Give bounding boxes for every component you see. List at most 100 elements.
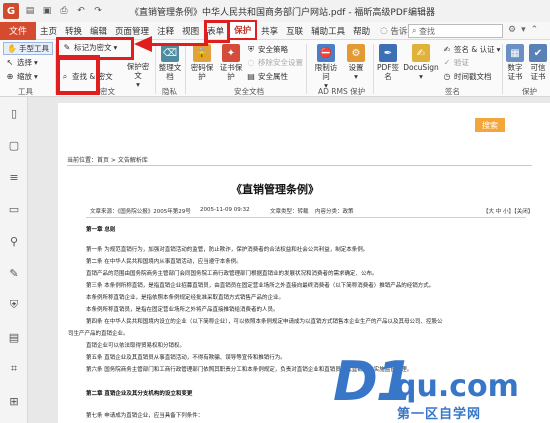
- paragraph: 第三条 本条例所称直销，是指直销企业招募直销员，由直销员在固定营业场所之外直接向…: [86, 283, 435, 289]
- unlock-icon: ◌: [247, 58, 255, 67]
- zoom-icon: ⊕: [6, 72, 14, 81]
- group-label-tools: 工具: [18, 87, 33, 96]
- watermark-domain: qu.com: [395, 369, 519, 404]
- signature-icon: ✍: [443, 45, 451, 54]
- broom-icon: ⌫: [161, 44, 179, 62]
- id-card-icon: ▦: [506, 44, 524, 62]
- remove-security-button[interactable]: ◌ 移除安全设置: [246, 57, 304, 68]
- meta-date: 2005-11-09 09:32: [200, 207, 250, 213]
- pages-icon[interactable]: ▯: [6, 105, 22, 121]
- group-label-secure-doc: 安全文档: [234, 87, 264, 96]
- divider: [67, 165, 532, 166]
- tags-icon[interactable]: ⌗: [6, 361, 22, 377]
- paragraph: 第五条 直销企业及其直销员从事直销活动，不得有欺骗、误导等宣传和推销行为。: [86, 355, 286, 361]
- print-icon[interactable]: ⎙: [58, 5, 70, 17]
- clock-icon: ◷: [443, 72, 451, 81]
- chevron-down-icon: ▾: [34, 72, 38, 81]
- tab-accessibility[interactable]: 辅助工具: [307, 22, 349, 40]
- protect-redact-button[interactable]: 保护密文 ▾: [124, 62, 152, 89]
- search-icon: ⌕: [412, 26, 420, 35]
- digital-id-button[interactable]: ▦ 数字证书: [505, 44, 525, 81]
- rms-settings-button[interactable]: ⚙ 设置 ▾: [343, 44, 369, 81]
- arrow-connector: [205, 32, 208, 45]
- trusted-cert-button[interactable]: ✔ 可信证书: [528, 44, 548, 81]
- gear-icon: ⚙: [347, 44, 365, 62]
- restrict-access-button[interactable]: ⛔ 限制访问 ▾: [312, 44, 340, 90]
- tab-file[interactable]: 文件: [0, 21, 36, 40]
- breadcrumb: 当前位置：首页 > 文告解析库: [67, 157, 148, 164]
- sign-certify-button[interactable]: ✍ 签名 & 认证 ▾: [442, 44, 501, 55]
- undo-icon[interactable]: ↶: [75, 5, 87, 17]
- divider: [185, 44, 186, 94]
- validate-button[interactable]: ✓ 验证: [442, 57, 469, 68]
- password-protect-button[interactable]: 🔒 密码保护: [189, 44, 215, 81]
- search-input[interactable]: ⌕ 查找: [408, 24, 503, 38]
- select-button[interactable]: ↖ 选择 ▾: [5, 57, 38, 68]
- meta-category: 内容分类：政策: [315, 209, 354, 215]
- security-icon[interactable]: ⛨: [6, 297, 22, 313]
- meta-type: 文章类型：转载: [270, 209, 309, 215]
- signature-panel-icon[interactable]: ✎: [6, 265, 22, 281]
- comments-icon[interactable]: ▭: [6, 201, 22, 217]
- group-label-sign: 签名: [445, 87, 460, 96]
- paragraph: 第二条 在中华人民共和国境内从事直销活动，应当遵守本条例。: [86, 259, 242, 265]
- attachment-icon[interactable]: ⚲: [6, 233, 22, 249]
- arrow-head-icon: [134, 36, 152, 52]
- open-icon[interactable]: ▤: [24, 5, 36, 17]
- font-size-controls[interactable]: 【大 中 小】【关闭】: [483, 207, 533, 215]
- sanitize-document-button[interactable]: ⌫ 整理文档: [157, 44, 183, 81]
- destinations-icon[interactable]: ⊞: [6, 393, 22, 409]
- redo-icon[interactable]: ↷: [92, 5, 104, 17]
- docusign-icon: ✍: [412, 44, 430, 62]
- window-title: 《直销管理条例》中华人民共和国商务部门户网站.pdf - 福昕高级PDF编辑器: [130, 8, 435, 18]
- certificate-protect-button[interactable]: ✦ 证书保护: [218, 44, 244, 81]
- divider: [373, 44, 374, 94]
- watermark-subtitle: 第一区自学网: [397, 407, 482, 422]
- hand-icon: ✋: [7, 44, 17, 53]
- shield-icon: ⛨: [248, 44, 254, 54]
- gear-icon[interactable]: ⚙: [508, 25, 516, 35]
- meta-source: 文章来源：《国务院公报》2005年第29号: [90, 209, 191, 215]
- group-label-protect: 保护: [522, 87, 537, 96]
- group-label-privacy: 隐私: [162, 87, 177, 96]
- tab-connect[interactable]: 互联: [282, 22, 307, 40]
- paragraph: 第四条 在中华人民共和国境内设立的企业（以下简称企业），可以依照本条例规定申请成…: [86, 319, 443, 325]
- tab-view[interactable]: 视图: [178, 22, 203, 40]
- collapse-ribbon-icon[interactable]: ⌃: [531, 25, 539, 35]
- trusted-cert-icon: ✔: [529, 44, 547, 62]
- chevron-down-icon: ▾: [419, 72, 423, 81]
- app-logo: G: [3, 3, 19, 19]
- paragraph: 司生产产品的直销企业。: [68, 331, 129, 337]
- properties-icon: ▤: [247, 72, 255, 81]
- content-icon[interactable]: ▤: [6, 329, 22, 345]
- chevron-down-icon: ▾: [34, 58, 38, 67]
- save-icon[interactable]: ▣: [41, 5, 53, 17]
- left-sidebar: ▯ ▢ ≡ ▭ ⚲ ✎ ⛨ ▤ ⌗ ⊞: [0, 97, 28, 423]
- hand-tool-button[interactable]: ✋ 手型工具: [3, 42, 53, 55]
- lock-icon: 🔒: [193, 44, 211, 62]
- tab-help[interactable]: 帮助: [349, 22, 374, 40]
- title-bar: G ▤ ▣ ⎙ ↶ ↷ 《直销管理条例》中华人民共和国商务部门户网站.pdf -…: [0, 0, 550, 22]
- paragraph: 本条例所称直销企业，是指依照本条例规定经批准采取直销方式销售产品的企业。: [86, 295, 285, 301]
- group-label-rms: AD RMS 保护: [318, 87, 366, 96]
- tab-comment[interactable]: 注释: [153, 22, 178, 40]
- paragraph: 直销产品的范围由国务院商务主管部门会同国务院工商行政管理部门根据直销业的发展状况…: [86, 271, 378, 277]
- divider: [306, 44, 307, 94]
- zoom-button[interactable]: ⊕ 缩放 ▾: [5, 71, 38, 82]
- divider: [86, 217, 526, 218]
- divider: [155, 44, 156, 94]
- paragraph: 第七条 申请成为直销企业，应当具备下列条件：: [86, 413, 204, 419]
- pdf-sign-button[interactable]: ✒ PDF签名: [376, 44, 400, 81]
- divider: [502, 44, 503, 94]
- timestamp-button[interactable]: ◷ 时间戳文档: [442, 71, 492, 82]
- chevron-down-icon[interactable]: ▾: [521, 25, 526, 35]
- pen-icon: ✒: [379, 44, 397, 62]
- security-properties-button[interactable]: ▤ 安全属性: [246, 71, 288, 82]
- tab-share[interactable]: 共享: [257, 22, 282, 40]
- docusign-button[interactable]: ✍ DocuSign ▾: [402, 44, 440, 81]
- tab-protect[interactable]: 保护: [228, 19, 258, 40]
- thumbnails-icon[interactable]: ▢: [6, 137, 22, 153]
- security-policy-button[interactable]: ⛨ 安全策略: [246, 44, 288, 55]
- page-search-button[interactable]: 搜索: [475, 118, 505, 132]
- paragraph: 本条例所称直销员，是指在固定营业场所之外将产品直接推销给消费者的人员。: [86, 307, 279, 313]
